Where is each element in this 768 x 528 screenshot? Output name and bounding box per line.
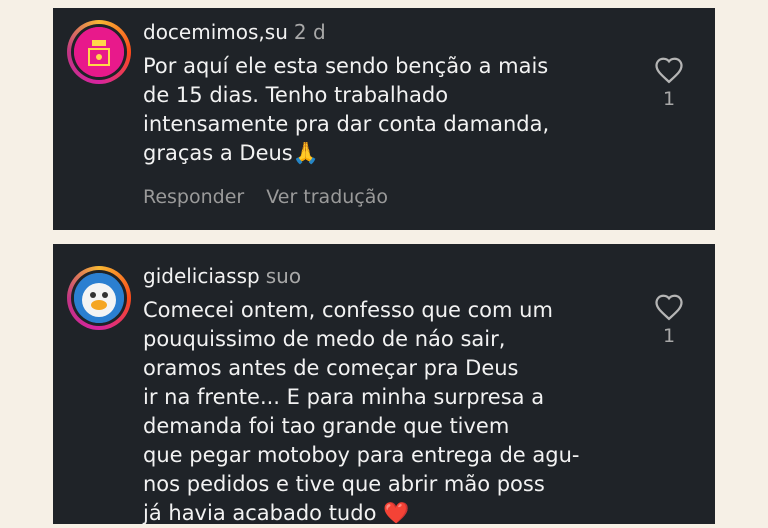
username[interactable]: docemimos,su (143, 20, 288, 44)
avatar[interactable] (67, 266, 131, 330)
comment-actions: Responder Ver tradução (143, 186, 410, 208)
comment-line: que pegar motoboy para entrega de agu- (143, 443, 580, 467)
comment-text: Por aquí ele esta sendo benção a mais de… (143, 52, 583, 168)
like-control: 1 (653, 293, 685, 347)
comment-header: docemimos,su 2 d (143, 20, 326, 44)
like-control: 1 (653, 56, 685, 110)
comment-line: Por aquí ele esta sendo benção a mais (143, 54, 549, 78)
comment-header: gideliciassp suo (143, 264, 301, 288)
reply-button[interactable]: Responder (143, 186, 244, 208)
comment-text: Comecei ontem, confesso que com um pouqu… (143, 296, 583, 528)
comment-line: intensamente pra dar conta damanda, (143, 112, 550, 136)
heart-icon[interactable] (654, 56, 684, 84)
comment-line: já havia acabado tudo ❤️ (143, 501, 410, 525)
comment-line: oramos antes de começar pra Deus (143, 356, 519, 380)
like-count: 1 (662, 325, 676, 347)
heart-icon[interactable] (654, 293, 684, 321)
comment-line: demanda foi tao grande que tivem (143, 414, 510, 438)
username[interactable]: gideliciassp (143, 264, 260, 288)
comment-line: de 15 dias. Tenho trabalhado (143, 83, 449, 107)
comment-line: graças a Deus🙏 (143, 141, 319, 165)
comment-line: ir na frente... E para minha surpresa a (143, 385, 545, 409)
comment-line: nos pedidos e tive que abrir mão poss (143, 472, 545, 496)
avatar[interactable] (67, 20, 131, 84)
mascot-logo-icon (74, 273, 124, 323)
shop-logo-icon (74, 27, 124, 77)
timestamp: 2 d (293, 20, 326, 44)
like-count: 1 (662, 88, 676, 110)
comment-line: pouquissimo de medo de náo sair, (143, 327, 506, 351)
timestamp: suo (265, 264, 302, 288)
translate-button[interactable]: Ver tradução (266, 186, 388, 208)
comment-line: Comecei ontem, confesso que com um (143, 298, 553, 322)
